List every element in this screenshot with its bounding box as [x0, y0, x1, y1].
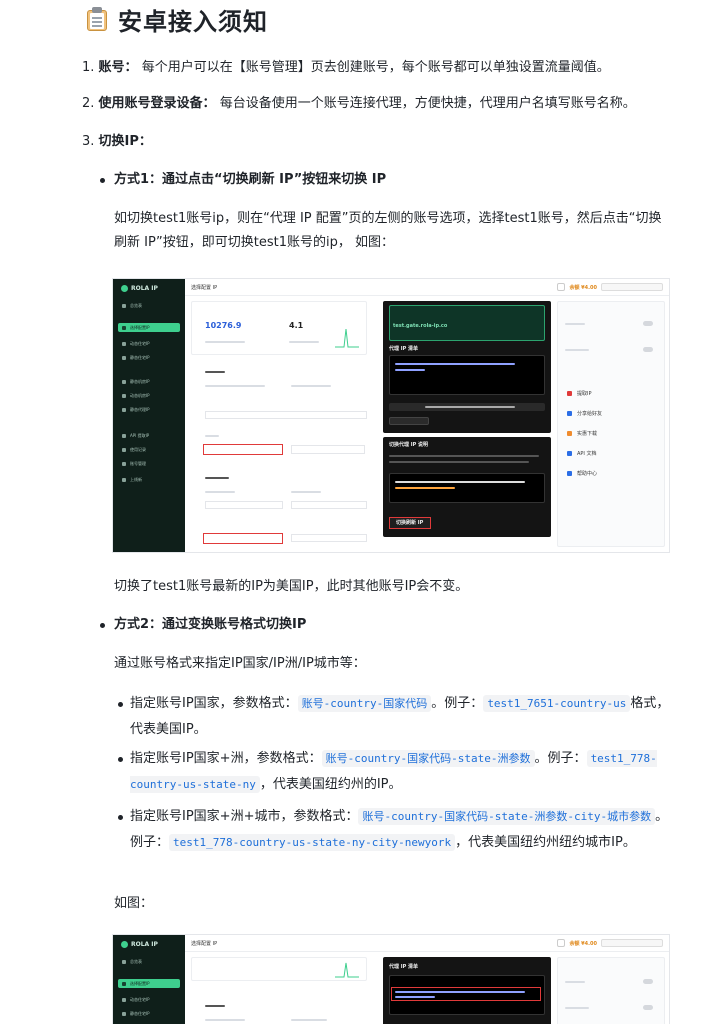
- figure-label: 如图：: [114, 896, 154, 911]
- stat-traffic: 10276.9: [205, 321, 242, 330]
- format-code: 账号-country-国家代码: [297, 695, 432, 712]
- format-code: 账号-country-国家代码-state-洲参数-city-城市参数: [358, 808, 656, 825]
- method-2-heading: 方式2：通过变换账号格式切换IP: [100, 615, 306, 635]
- stat-count: 4.1: [289, 321, 304, 330]
- step-text: 每个用户可以在【账号管理】页去创建账号，每个账号都可以单独设置流量阈值。: [141, 60, 610, 75]
- nav-item: 动态机房IP: [118, 391, 180, 400]
- nav-item-active: 选择配置IP: [118, 979, 180, 988]
- format-item-state: 指定账号IP国家+洲，参数格式： 账号-country-国家代码-state-洲参…: [118, 746, 674, 798]
- app-sidebar: ROLA IP 总览表 选择配置IP 动态住宅IP 静态住宅IP 静态机房IP …: [113, 279, 185, 552]
- nav-item: API 提取IP: [118, 431, 180, 440]
- method-1-heading: 方式1：通过点击“切换刷新 IP”按钮来切换 IP: [100, 170, 386, 190]
- nav-item: 静态住宅IP: [118, 353, 180, 362]
- clipboard-icon: [86, 7, 108, 31]
- section-heading: 安卓接入须知: [86, 2, 268, 36]
- format-code: 账号-country-国家代码-state-洲参数: [321, 750, 535, 767]
- method-1-result: 切换了test1账号最新的IP为美国IP，此时其他账号IP会不变。: [114, 579, 469, 594]
- nav-item: 动态住宅IP: [118, 339, 180, 348]
- app-topbar: 选择配置 IP 余额 ¥4.00: [185, 279, 669, 296]
- screenshot-proxy-config: ROLA IP 总览表 选择配置IP 动态住宅IP 静态住宅IP 静态机房IP …: [112, 278, 670, 553]
- page-title: 安卓接入须知: [118, 7, 268, 36]
- step-number: 2.: [82, 96, 95, 111]
- example-code: test1_778-country-us-state-ny-city-newyo…: [169, 834, 456, 851]
- nav-item-active: 选择配置IP: [118, 323, 180, 332]
- document-page: 安卓接入须知 1. 账号： 每个用户可以在【账号管理】页去创建账号，每个账号都可…: [0, 0, 708, 1024]
- format-item-country: 指定账号IP国家，参数格式： 账号-country-国家代码 。例子： test1_7…: [118, 691, 674, 743]
- nav-item: 总览表: [118, 957, 180, 966]
- nav-item: 上线新: [118, 475, 180, 484]
- step-text: 每台设备使用一个账号连接代理，方便快捷，代理用户名填写账号名称。: [219, 96, 636, 111]
- app-brand: ROLA IP: [121, 941, 158, 948]
- method-2-description: 通过账号格式来指定IP国家/IP洲/IP城市等：: [114, 656, 366, 671]
- nav-item: 静态住宅IP: [118, 1009, 180, 1018]
- screenshot-account-format: ROLA IP 总览表 选择配置IP 动态住宅IP 静态住宅IP 选择配置 IP…: [112, 934, 670, 1024]
- step-label: 账号：: [98, 60, 138, 75]
- nav-item: 动态住宅IP: [118, 995, 180, 1004]
- nav-item: 静态机房IP: [118, 377, 180, 386]
- nav-item: 使用记录: [118, 445, 180, 454]
- balance-badge: 余额 ¥4.00: [569, 284, 597, 291]
- refresh-ip-button: 切换刷新 IP: [396, 520, 424, 526]
- nav-item: 账号管理: [118, 459, 180, 468]
- step-2: 2. 使用账号登录设备： 每台设备使用一个账号连接代理，方便快捷，代理用户名填写…: [82, 94, 636, 114]
- nav-item: 总览表: [118, 301, 180, 310]
- app-brand: ROLA IP: [121, 285, 158, 292]
- step-number: 3.: [82, 134, 95, 149]
- step-label: 切换IP：: [98, 134, 152, 149]
- app-topbar: 选择配置 IP 余额 ¥4.00: [185, 935, 669, 952]
- format-item-city: 指定账号IP国家+洲+城市，参数格式： 账号-country-国家代码-state…: [118, 804, 674, 856]
- example-code: test1_7651-country-us: [483, 695, 631, 712]
- nav-item: 静态代理IP: [118, 405, 180, 414]
- step-1: 1. 账号： 每个用户可以在【账号管理】页去创建账号，每个账号都可以单独设置流量…: [82, 58, 610, 78]
- method-1-description: 如切换test1账号ip，则在“代理 IP 配置”页的左侧的账号选项，选择tes…: [114, 211, 662, 250]
- step-3: 3. 切换IP：: [82, 132, 152, 152]
- step-number: 1.: [82, 60, 95, 75]
- step-label: 使用账号登录设备：: [98, 96, 216, 111]
- app-sidebar: ROLA IP 总览表 选择配置IP 动态住宅IP 静态住宅IP: [113, 935, 185, 1024]
